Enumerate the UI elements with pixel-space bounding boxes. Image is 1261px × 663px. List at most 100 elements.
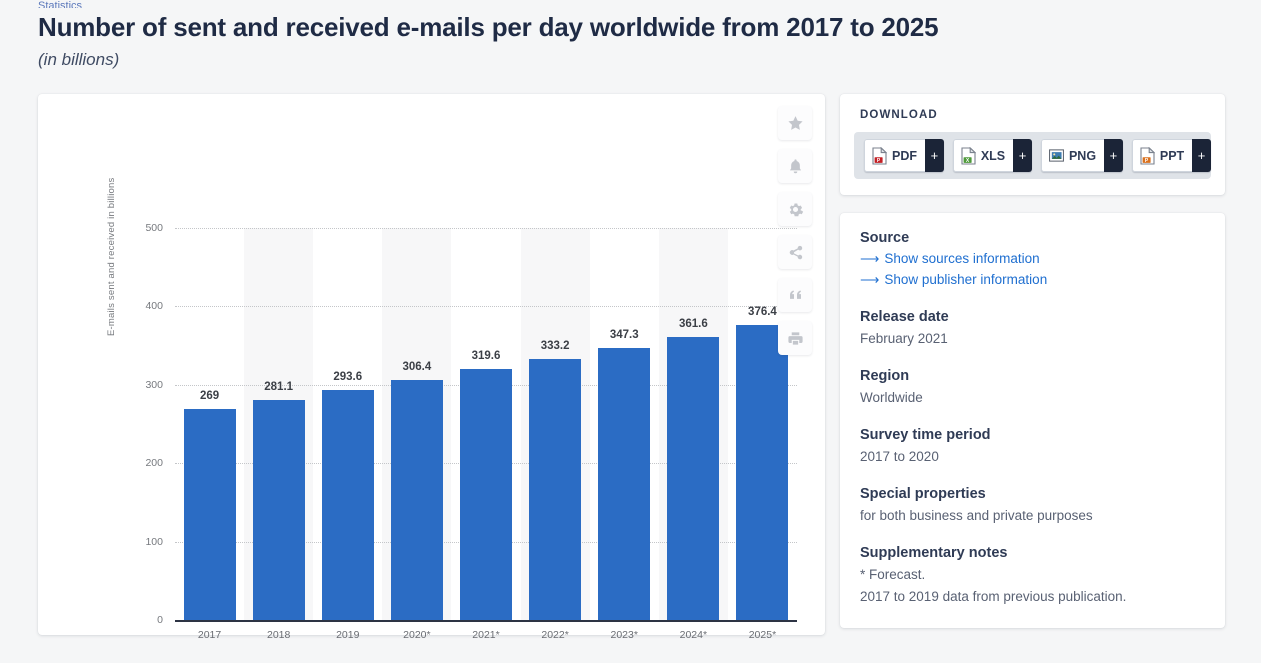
region-value: Worldwide <box>860 390 923 405</box>
y-axis-tick: 500 <box>145 222 163 234</box>
page-header: Statistics Number of sent and received e… <box>38 0 1038 71</box>
download-xls-label: XLS <box>980 148 1006 163</box>
bar[interactable] <box>736 324 789 620</box>
arrow-right-icon: ⟶ <box>860 272 880 287</box>
download-pdf-plus-button[interactable]: + <box>925 139 944 172</box>
supplementary-notes-line-1: * Forecast. <box>860 567 926 582</box>
supplementary-notes-line-2: 2017 to 2019 data from previous publicat… <box>860 589 1127 604</box>
page-root: Statistics Number of sent and received e… <box>0 0 1261 663</box>
bar-value-label: 306.4 <box>402 360 432 373</box>
x-axis-line <box>175 620 797 622</box>
bar[interactable] <box>529 358 582 620</box>
bar-value-label: 333.2 <box>540 339 570 352</box>
share-icon <box>789 245 802 259</box>
release-date-heading: Release date <box>860 309 949 325</box>
download-xls-button[interactable]: X XLS + <box>952 139 1032 172</box>
star-button[interactable] <box>778 106 812 140</box>
download-xls-plus-button[interactable]: + <box>1013 139 1032 172</box>
gear-button[interactable] <box>778 192 812 226</box>
info-list: Source ⟶ Show sources information ⟶ Show p… <box>860 228 1210 607</box>
x-axis-tick: 2022* <box>541 629 569 641</box>
page-title: Number of sent and received e-mails per … <box>38 12 939 42</box>
y-axis-tick: 400 <box>145 300 163 313</box>
download-pdf-main[interactable]: P PDF <box>864 139 925 172</box>
download-card: DOWNLOAD P PDF + X XLS + PNG + P PPT + <box>840 94 1225 195</box>
download-ppt-button[interactable]: P PPT + <box>1131 139 1211 172</box>
print-icon <box>787 331 803 345</box>
bar-value-label: 347.3 <box>609 328 639 341</box>
download-ppt-main[interactable]: P PPT <box>1131 139 1193 172</box>
bar[interactable] <box>252 399 305 620</box>
arrow-right-icon: ⟶ <box>860 251 880 266</box>
page-subtitle: (in billions) <box>38 50 120 69</box>
bar[interactable] <box>667 336 720 620</box>
y-axis-tick: 0 <box>157 614 163 626</box>
quote-button[interactable] <box>778 278 812 312</box>
ppt-file-icon: P <box>1140 146 1155 165</box>
bar-value-label: 376.4 <box>748 305 777 318</box>
download-png-main[interactable]: PNG <box>1040 139 1105 172</box>
bar-value-label: 361.6 <box>678 317 708 330</box>
info-card: Source ⟶ Show sources information ⟶ Show p… <box>840 213 1225 628</box>
star-icon <box>787 115 803 130</box>
bell-button[interactable] <box>778 149 812 183</box>
show-publisher-information-link[interactable]: ⟶ Show publisher information <box>860 269 1210 290</box>
info-group-release-date: Release date February 2021 <box>860 307 1210 349</box>
chart-action-toolbar <box>778 106 812 364</box>
bar[interactable] <box>390 379 443 620</box>
download-pdf-label: PDF <box>892 148 917 163</box>
y-axis-tick: 100 <box>145 535 163 548</box>
x-axis-tick: 2021* <box>472 629 500 641</box>
print-button[interactable] <box>778 321 812 355</box>
bar-value-label: 269 <box>199 390 220 403</box>
y-axis-tick: 200 <box>145 457 163 470</box>
download-ppt-label: PPT <box>1159 148 1185 163</box>
download-xls-main[interactable]: X XLS <box>952 139 1014 172</box>
source-heading: Source <box>860 230 910 246</box>
download-button-group: P PDF + X XLS + PNG + P PPT + <box>854 132 1211 179</box>
bar[interactable] <box>598 347 651 620</box>
info-group-survey-period: Survey time period 2017 to 2020 <box>860 425 1210 467</box>
show-sources-information-link[interactable]: ⟶ Show sources information <box>860 248 1210 269</box>
x-axis-tick: 2023* <box>610 629 638 641</box>
bar-value-label: 293.6 <box>333 370 363 383</box>
bar[interactable] <box>183 409 236 620</box>
special-properties-heading: Special properties <box>860 486 986 502</box>
survey-period-value: 2017 to 2020 <box>860 449 939 464</box>
x-axis-tick: 2019 <box>336 629 360 641</box>
supplementary-notes-heading: Supplementary notes <box>860 545 1008 561</box>
info-group-region: Region Worldwide <box>860 366 1210 408</box>
show-sources-information-label: Show sources information <box>884 251 1040 266</box>
bar[interactable] <box>321 389 374 620</box>
download-pdf-button[interactable]: P PDF + <box>864 139 944 172</box>
grid-line <box>175 306 797 308</box>
xls-file-icon: X <box>961 146 976 165</box>
x-axis-tick: 2024* <box>679 629 708 641</box>
download-png-plus-button[interactable]: + <box>1104 139 1123 172</box>
bar-chart: E-mails sent and received in billions 0 1… <box>38 94 825 641</box>
pdf-file-icon: P <box>872 146 887 165</box>
gear-icon <box>789 203 803 216</box>
x-axis-tick: 2017 <box>197 629 222 641</box>
info-group-source: Source ⟶ Show sources information ⟶ Show p… <box>860 228 1210 290</box>
png-file-icon <box>1049 149 1064 162</box>
pretitle: Statistics <box>38 0 83 8</box>
grid-line <box>175 228 797 229</box>
bar[interactable] <box>460 369 512 620</box>
special-properties-value: for both business and private purposes <box>860 508 1093 523</box>
download-ppt-plus-button[interactable]: + <box>1192 139 1211 172</box>
bar-value-label: 319.6 <box>471 350 501 363</box>
download-png-button[interactable]: PNG + <box>1040 139 1123 172</box>
download-png-label: PNG <box>1068 148 1097 163</box>
show-publisher-information-label: Show publisher information <box>884 272 1048 287</box>
info-group-supplementary-notes: Supplementary notes * Forecast. 2017 to … <box>860 543 1210 607</box>
x-axis-tick: 2020* <box>403 629 431 641</box>
share-button[interactable] <box>778 235 812 269</box>
info-group-special-properties: Special properties for both business and… <box>860 484 1210 526</box>
chart-card: E-mails sent and received in billions 0 1… <box>38 94 825 641</box>
x-axis-tick: 2018 <box>266 629 291 641</box>
download-heading: DOWNLOAD <box>860 109 938 121</box>
release-date-value: February 2021 <box>860 331 948 346</box>
region-heading: Region <box>860 368 910 384</box>
y-axis-tick: 300 <box>145 378 163 391</box>
